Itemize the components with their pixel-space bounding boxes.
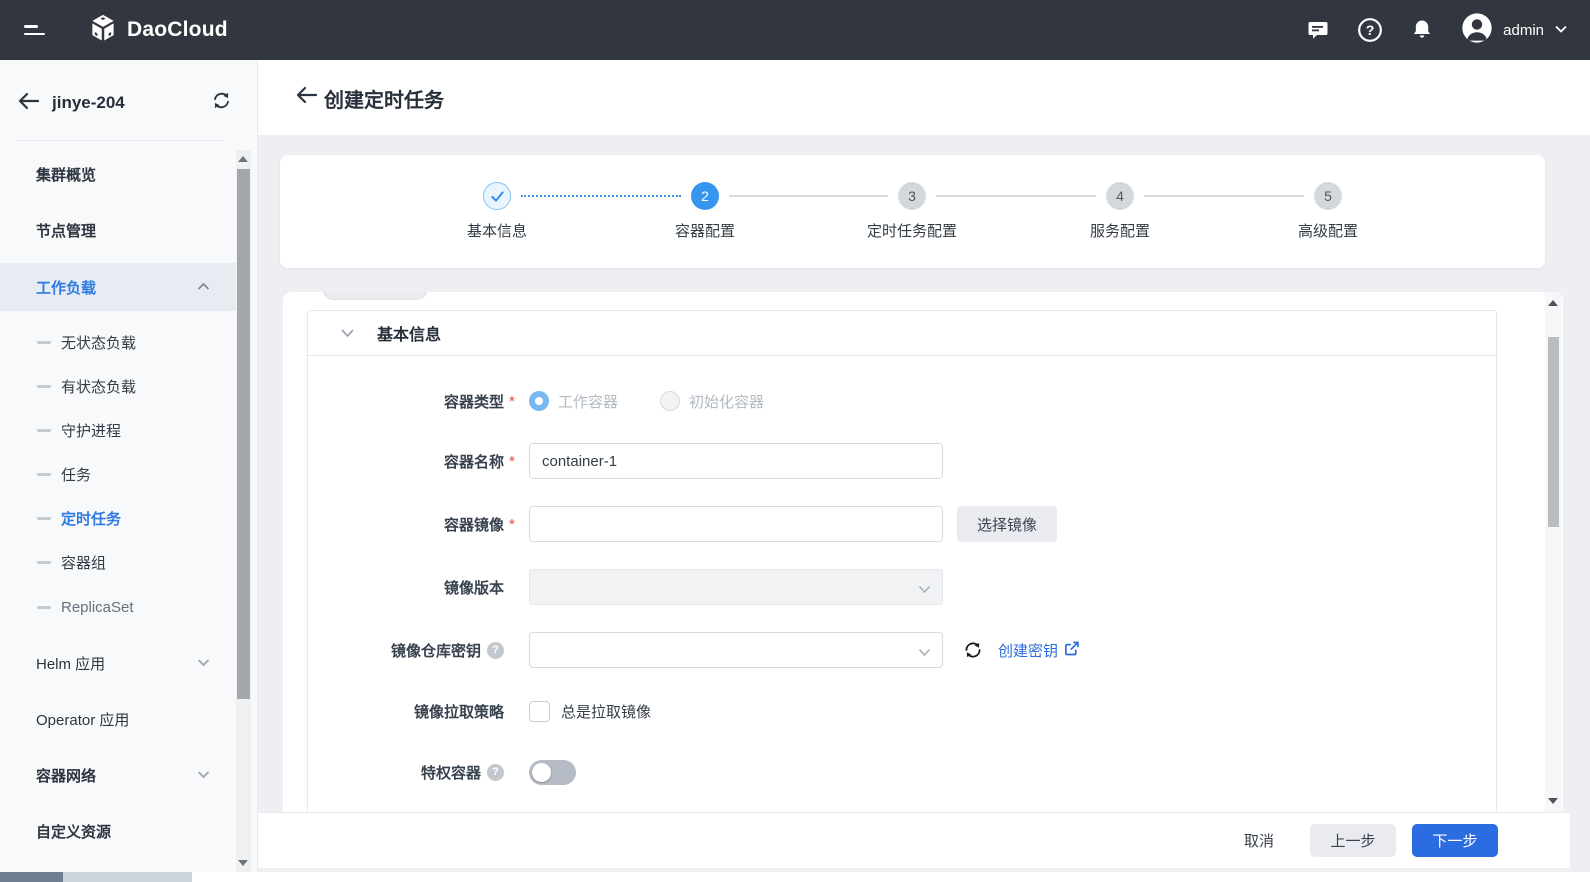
sidebar-item-pods[interactable]: 容器组 [0, 542, 236, 582]
chevron-down-icon [918, 644, 931, 662]
sidebar-item-cronjobs[interactable]: 定时任务 [0, 498, 236, 538]
required-mark: * [509, 515, 515, 533]
sidebar-item-daemonsets[interactable]: 守护进程 [0, 410, 236, 450]
user-name: admin [1503, 21, 1544, 39]
step-container-config[interactable]: 2 容器配置 [625, 182, 785, 241]
page-back-arrow-icon[interactable] [296, 86, 318, 109]
next-step-button[interactable]: 下一步 [1412, 824, 1498, 857]
sidebar-back-arrow-icon[interactable] [18, 92, 40, 115]
menu-icon[interactable] [24, 20, 46, 40]
scrollbar-thumb[interactable] [1548, 337, 1559, 527]
form-panel: 基本信息 容器类型 * 工作容器 初始化容器 容器名称 * container-… [283, 292, 1563, 812]
scrollbar-thumb[interactable] [237, 169, 250, 699]
container-image-input[interactable] [529, 506, 943, 542]
image-version-label: 镜像版本 [443, 579, 504, 597]
page-title: 创建定时任务 [324, 90, 444, 112]
container-name-input[interactable] [529, 443, 943, 479]
scroll-down-arrow[interactable] [1548, 798, 1558, 804]
cluster-name[interactable]: jinye-204 [52, 93, 125, 113]
external-link-icon [1063, 640, 1080, 661]
radio-unselected-icon [660, 391, 681, 411]
svg-text:?: ? [1366, 22, 1375, 38]
refresh-icon[interactable] [962, 639, 984, 661]
sidebar-item-custom-resources[interactable]: 自定义资源 [0, 809, 236, 853]
radio-init-container[interactable]: 初始化容器 [660, 391, 764, 412]
step-cronjob-config[interactable]: 3 定时任务配置 [832, 182, 992, 241]
basic-info-section: 基本信息 容器类型 * 工作容器 初始化容器 容器名称 * container-… [307, 310, 1497, 812]
image-version-select [529, 569, 943, 605]
step-number: 2 [691, 182, 719, 210]
sidebar-item-operator-apps[interactable]: Operator 应用 [0, 697, 236, 741]
sidebar: jinye-204 集群概览 节点管理 工作负载 无状态负载 有状态负载 守护进… [0, 60, 258, 872]
pull-policy-label: 镜像拉取策略 [413, 704, 504, 721]
container-type-label: 容器类型 [443, 393, 504, 411]
required-mark: * [509, 452, 515, 470]
chevron-up-icon [197, 278, 210, 296]
select-image-button[interactable]: 选择镜像 [957, 506, 1058, 542]
radio-work-container[interactable]: 工作容器 [529, 391, 618, 412]
sidebar-item-node-management[interactable]: 节点管理 [0, 208, 236, 252]
section-title: 基本信息 [377, 327, 442, 344]
sidebar-scrollbar[interactable] [236, 150, 251, 872]
step-number: 3 [898, 182, 926, 210]
question-icon[interactable]: ? [487, 763, 504, 781]
sidebar-group-container-network[interactable]: 容器网络 [0, 753, 236, 797]
privileged-label: 特权容器 ? [308, 762, 504, 783]
sidebar-item-deployments[interactable]: 无状态负载 [0, 322, 236, 362]
sidebar-item-statefulsets[interactable]: 有状态负载 [0, 366, 236, 406]
scrolled-tab-sliver [322, 292, 428, 300]
step-number: 4 [1106, 182, 1134, 210]
brand-name: DaoCloud [127, 18, 228, 41]
chevron-down-icon [197, 654, 210, 672]
step-advanced-config[interactable]: 5 高级配置 [1248, 182, 1408, 241]
always-pull-checkbox[interactable] [529, 701, 550, 722]
wizard-footer: 取消 上一步 下一步 [258, 812, 1570, 868]
container-name-label: 容器名称 [443, 453, 504, 471]
registry-secret-select[interactable] [529, 632, 943, 668]
chevron-down-icon [1554, 21, 1568, 39]
wizard-stepper: 基本信息 2 容器配置 3 定时任务配置 4 服务配置 5 高级配置 [280, 155, 1545, 268]
scroll-down-arrow[interactable] [238, 860, 248, 866]
step-number: 5 [1314, 182, 1342, 210]
sidebar-item-jobs[interactable]: 任务 [0, 454, 236, 494]
bell-icon[interactable] [1409, 17, 1435, 43]
container-image-label: 容器镜像 [443, 516, 504, 534]
sidebar-group-helm-apps[interactable]: Helm 应用 [0, 641, 236, 685]
sidebar-item-replicaset[interactable]: ReplicaSet [0, 587, 236, 627]
privileged-toggle[interactable] [529, 759, 576, 785]
always-pull-label: 总是拉取镜像 [561, 704, 652, 721]
page-header: 创建定时任务 [258, 60, 1590, 135]
step-check-icon [483, 182, 511, 210]
chat-icon[interactable] [1305, 17, 1331, 43]
question-icon[interactable]: ? [487, 641, 504, 659]
brand: DaoCloud [88, 13, 228, 48]
daocloud-logo-icon [88, 13, 118, 48]
scroll-up-arrow[interactable] [1548, 300, 1558, 306]
collapse-chevron-icon[interactable] [340, 328, 355, 338]
scroll-up-arrow[interactable] [238, 156, 248, 162]
divider [16, 140, 226, 141]
chevron-down-icon [918, 581, 931, 599]
step-service-config[interactable]: 4 服务配置 [1040, 182, 1200, 241]
previous-step-button[interactable]: 上一步 [1310, 824, 1396, 857]
sidebar-group-workloads[interactable]: 工作负载 [0, 263, 236, 311]
cancel-button[interactable]: 取消 [1244, 830, 1274, 851]
registry-secret-label: 镜像仓库密钥 ? [308, 640, 504, 661]
top-bar: DaoCloud ? admin [0, 0, 1590, 60]
create-secret-link[interactable]: 创建密钥 [998, 640, 1080, 661]
cluster-switch-icon[interactable] [211, 91, 232, 115]
sidebar-item-cluster-overview[interactable]: 集群概览 [0, 152, 236, 196]
avatar-icon [1461, 12, 1493, 49]
step-basic-info[interactable]: 基本信息 [417, 182, 577, 241]
horizontal-scrollbar[interactable] [0, 872, 1590, 882]
user-menu[interactable]: admin [1461, 12, 1568, 49]
content-scrollbar[interactable] [1545, 292, 1562, 812]
required-mark: * [509, 392, 515, 410]
scrollbar-thumb[interactable] [0, 872, 63, 882]
section-header[interactable]: 基本信息 [308, 311, 1496, 356]
help-icon[interactable]: ? [1357, 17, 1383, 43]
chevron-down-icon [197, 766, 210, 784]
radio-selected-icon [529, 391, 549, 411]
